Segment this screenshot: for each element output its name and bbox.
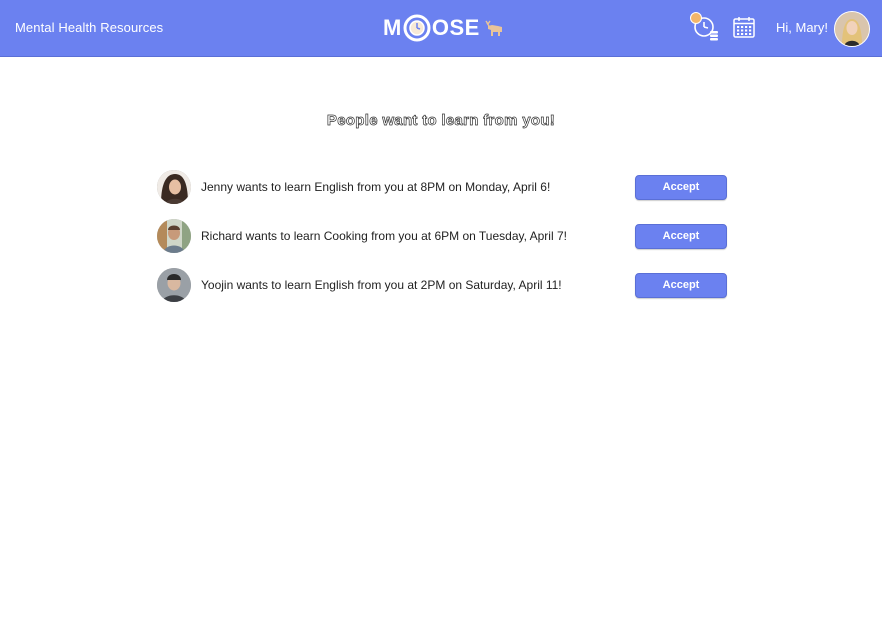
accept-button[interactable]: Accept (635, 175, 727, 200)
yoojin-avatar-image (157, 268, 191, 302)
user-greeting: Hi, Mary! (776, 20, 828, 35)
request-row: Jenny wants to learn English from you at… (157, 170, 727, 206)
moose-logo[interactable]: M OSE (383, 13, 505, 43)
logo-text-right: OSE (431, 15, 480, 40)
jenny-avatar-image (157, 170, 191, 204)
calendar-button[interactable] (733, 16, 755, 38)
accept-button[interactable]: Accept (635, 224, 727, 249)
richard-avatar-image (157, 219, 191, 253)
user-avatar[interactable] (834, 11, 870, 47)
accept-button[interactable]: Accept (635, 273, 727, 298)
top-nav-bar: Mental Health Resources M OSE Hi, Mary! (0, 0, 882, 57)
request-row: Richard wants to learn Cooking from you … (157, 219, 727, 255)
request-text: Jenny wants to learn English from you at… (201, 180, 551, 194)
page-title: People want to learn from you! (326, 112, 556, 130)
logo-clock-icon (403, 14, 431, 42)
request-row: Yoojin wants to learn English from you a… (157, 268, 727, 304)
moose-icon (485, 20, 502, 36)
request-text: Yoojin wants to learn English from you a… (201, 278, 562, 292)
requester-avatar (157, 219, 191, 253)
user-avatar-image (835, 12, 869, 46)
schedule-button[interactable] (690, 12, 720, 42)
calendar-icon (733, 17, 755, 38)
logo-text-left: M (383, 15, 402, 40)
mental-health-resources-link[interactable]: Mental Health Resources (15, 20, 163, 35)
request-text: Richard wants to learn Cooking from you … (201, 229, 567, 243)
requester-avatar (157, 268, 191, 302)
requester-avatar (157, 170, 191, 204)
notification-badge (690, 12, 702, 24)
